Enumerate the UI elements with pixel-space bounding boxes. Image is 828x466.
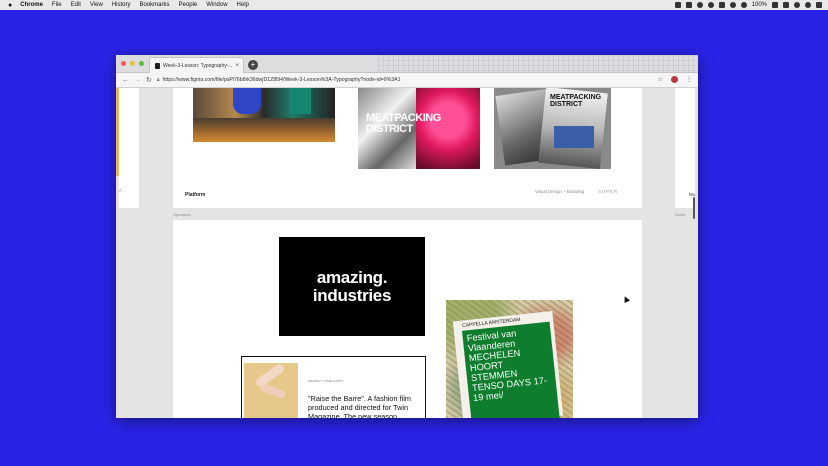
display-icon[interactable] (783, 2, 789, 8)
photo-brochures: MEATPACKING DISTRICT (494, 88, 611, 169)
browser-window: Week-3-Lesson: Typography-... × + ← → ↻ … (116, 55, 698, 418)
menu-window[interactable]: Window (206, 2, 227, 8)
platform-label: Platform (185, 192, 206, 198)
reload-icon[interactable]: ↻ (146, 76, 152, 84)
apple-menu-icon[interactable]: ● (8, 2, 12, 9)
menu-bookmarks[interactable]: Bookmarks (140, 2, 170, 8)
card-image-arm-2 (259, 382, 287, 400)
card-headline: "Raise the Barre". A fashion film produc… (308, 394, 411, 418)
menu-help[interactable]: Help (237, 2, 249, 8)
zoom-window-button[interactable] (139, 61, 144, 66)
lock-icon: 🔒︎ (156, 77, 160, 83)
amazing-line-2: industries (312, 285, 392, 305)
back-icon[interactable]: ← (122, 77, 129, 84)
right-frame-top (675, 88, 695, 208)
photo-billboard (193, 88, 335, 142)
status-icons: 100% (674, 0, 822, 10)
window-controls (121, 61, 144, 66)
menu-view[interactable]: View (90, 2, 103, 8)
figma-favicon-icon (155, 62, 160, 69)
forward-icon[interactable]: → (134, 77, 141, 84)
card-image-arm (254, 363, 286, 389)
visual-design-label: Visual Design + Branding (535, 189, 585, 194)
amazing-line-1: amazing. (316, 267, 388, 287)
super-label: SUPER (598, 189, 619, 194)
tab-figma[interactable]: Week-3-Lesson: Typography-... × (149, 57, 244, 73)
bottom-artboard[interactable]: amazing. industries CAPPELLA AMSTERDAM F… (173, 220, 642, 418)
app-icon[interactable] (685, 2, 692, 8)
menu-chrome[interactable]: Chrome (20, 2, 43, 8)
battery-icon[interactable] (772, 2, 778, 8)
left-frame-top (119, 88, 139, 208)
meatpacking-text: MEATPACKING DISTRICT (366, 112, 441, 135)
macos-menu-bar: ● Chrome File Edit View History Bookmark… (0, 0, 828, 10)
bluetooth-icon[interactable] (729, 2, 736, 8)
new-tab-button[interactable]: + (248, 60, 258, 70)
photo-meatpacking: MEATPACKING DISTRICT (358, 88, 480, 169)
menu-edit[interactable]: Edit (71, 2, 81, 8)
menu-file[interactable]: File (52, 2, 62, 8)
dropbox-icon[interactable] (674, 2, 681, 8)
info-icon[interactable] (718, 2, 725, 8)
user-icon[interactable] (805, 2, 811, 8)
card-kicker: PROJECT | CASE STUDY (308, 379, 344, 383)
tab-title: Week-3-Lesson: Typography-... (163, 62, 233, 69)
close-window-button[interactable] (121, 61, 126, 66)
poster-title: Festival van Vlaanderen MECHELEN HOORT S… (462, 321, 560, 418)
festival-poster: CAPPELLA AMSTERDAM Festival van Vlaander… (446, 300, 573, 418)
script-label: Script (675, 212, 686, 217)
tab-close-icon[interactable]: × (235, 63, 239, 69)
menu-history[interactable]: History (112, 2, 131, 8)
canvas-scrollbar[interactable] (693, 197, 695, 219)
address-bar[interactable]: https://www.figma.com/file/psPl76b8rk36d… (163, 77, 401, 83)
figma-canvas[interactable]: A MEATPACKING DISTRICT MEATPACKING DISTR… (116, 88, 698, 418)
minimize-window-button[interactable] (130, 61, 135, 66)
profile-avatar[interactable] (671, 76, 678, 83)
operators-label: Operators (173, 212, 191, 217)
spotlight-icon[interactable] (794, 2, 800, 8)
fashion-film-card: PROJECT | CASE STUDY "Raise the Barre". … (241, 356, 426, 418)
wifi-icon[interactable] (740, 2, 747, 8)
menu-people[interactable]: People (179, 2, 198, 8)
clock-icon[interactable] (707, 2, 714, 8)
brochure-text: MEATPACKING DISTRICT (550, 94, 602, 108)
left-edge-label: A (119, 188, 122, 193)
timer-icon[interactable] (696, 2, 703, 8)
notification-center-icon[interactable] (816, 2, 822, 8)
browser-toolbar: ← → ↻ 🔒︎ https://www.figma.com/file/psPl… (116, 73, 698, 88)
card-image (244, 363, 298, 418)
battery-percent: 100% (751, 2, 767, 8)
toolbar-actions: ☆ ⋮ (658, 76, 692, 83)
amazing-industries-logo: amazing. industries (279, 237, 425, 336)
tab-bar-pattern (378, 55, 698, 72)
bookmark-star-icon[interactable]: ☆ (658, 76, 663, 83)
tab-bar: Week-3-Lesson: Typography-... × + (116, 55, 698, 73)
top-artboard[interactable]: MEATPACKING DISTRICT MEATPACKING DISTRIC… (173, 88, 642, 208)
menu-kebab-icon[interactable]: ⋮ (686, 76, 692, 83)
